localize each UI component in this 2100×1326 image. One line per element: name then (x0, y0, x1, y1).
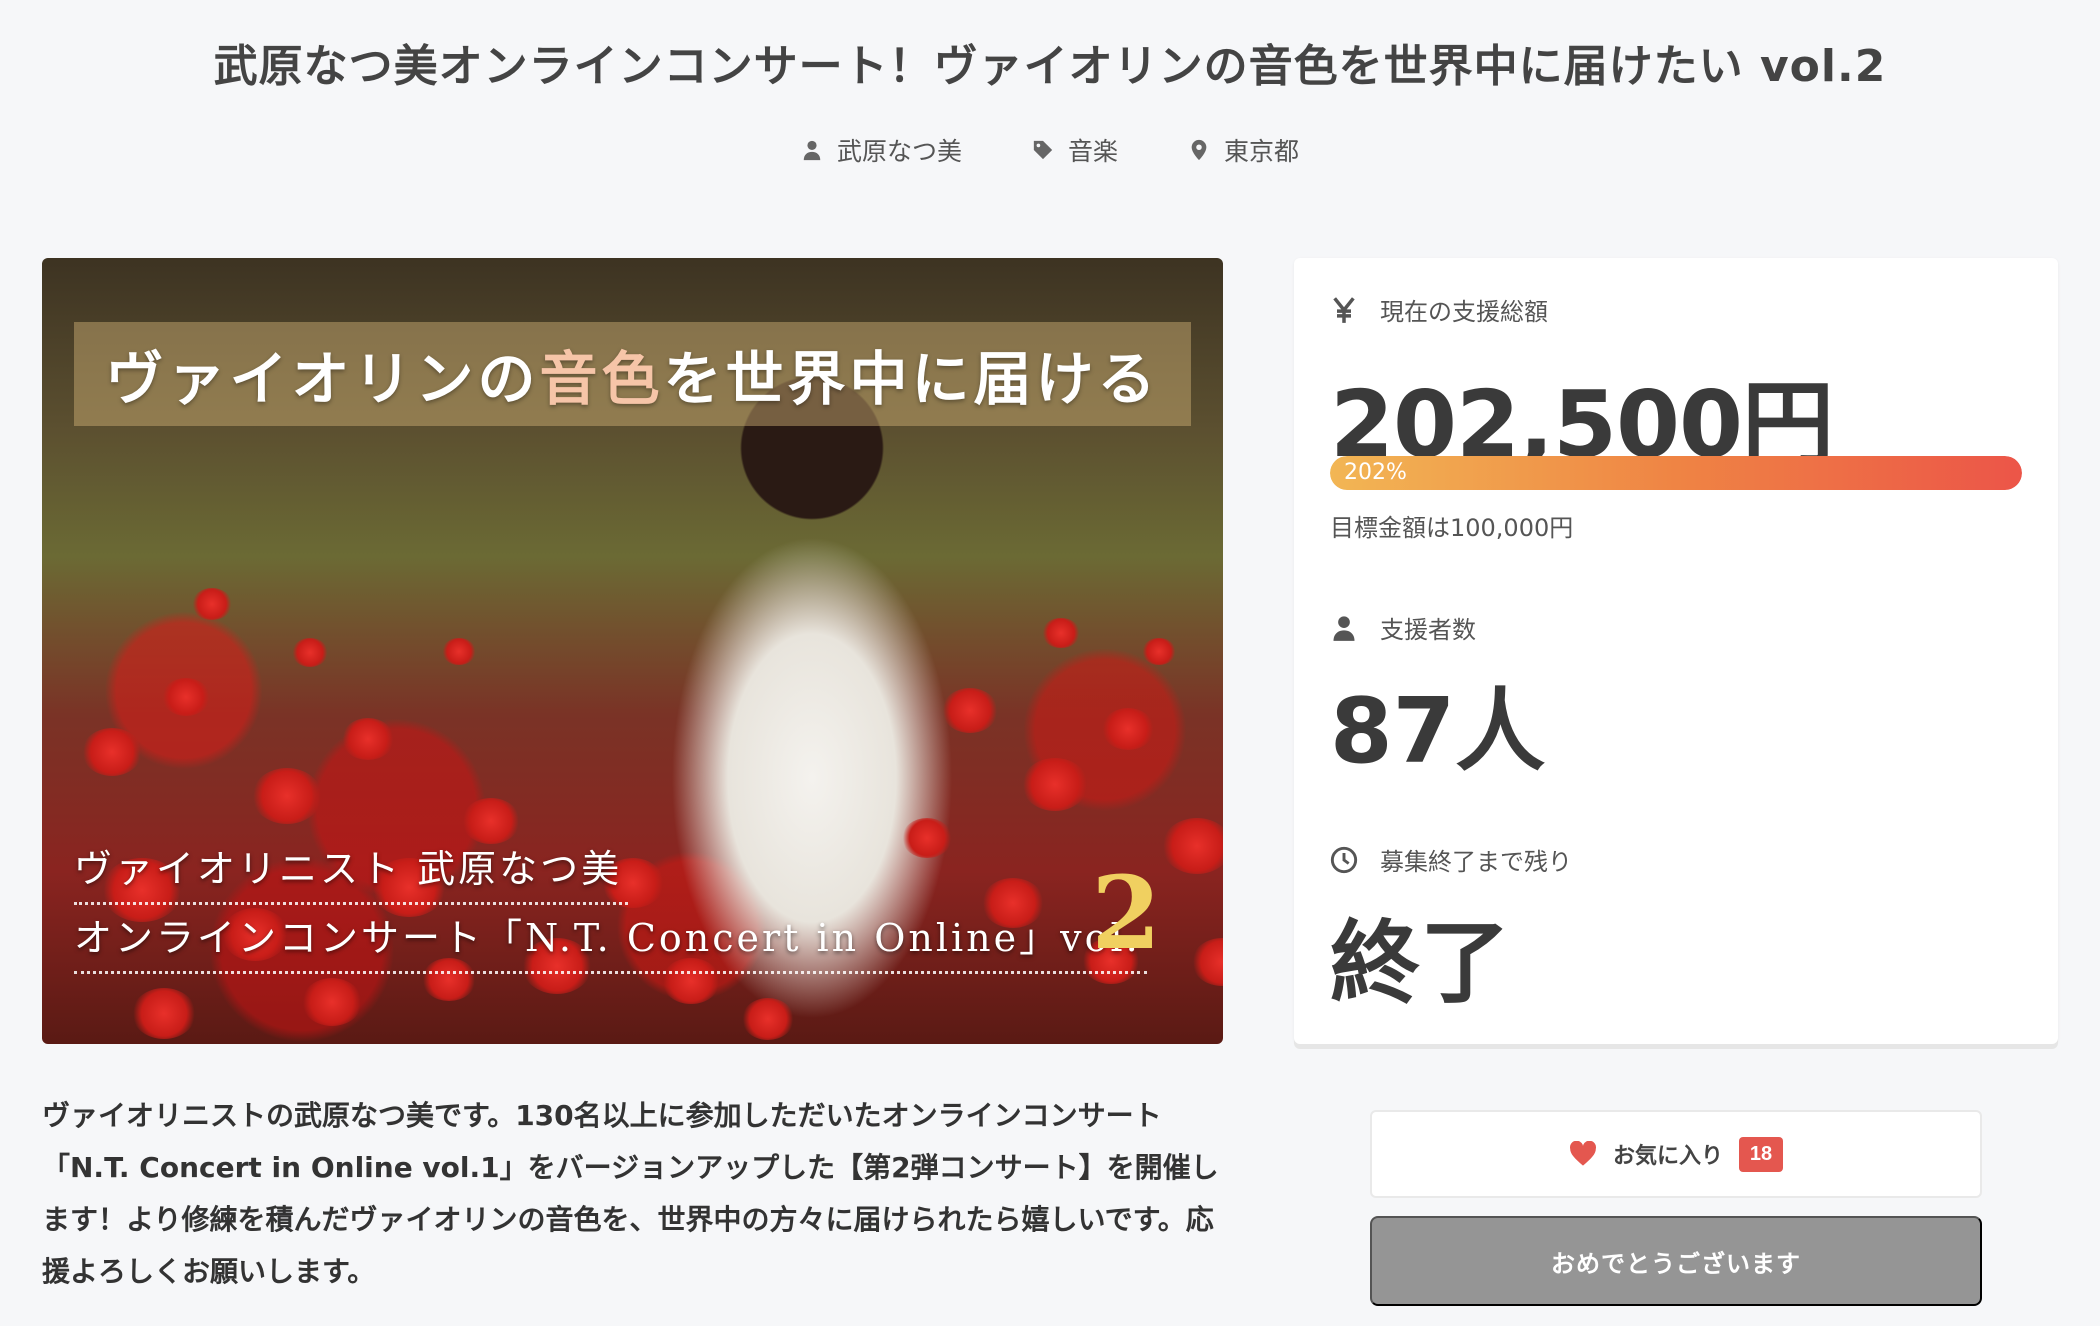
poppy (442, 638, 476, 666)
location-link[interactable]: 東京都 (1188, 132, 1299, 168)
tag-icon (1033, 140, 1053, 160)
poppy (1102, 708, 1154, 750)
user-icon (803, 140, 821, 161)
progress-fill (1330, 456, 2022, 490)
poppy (1162, 818, 1223, 874)
author-name: 武原なつ美 (836, 137, 962, 166)
map-pin-icon (1191, 139, 1207, 161)
heart-icon (1570, 1141, 1596, 1166)
favorite-button[interactable]: お気に入り 18 (1370, 1110, 1982, 1198)
user-icon (1333, 615, 1355, 641)
poppy (252, 768, 322, 824)
backers-count: 87人 (1330, 679, 1546, 784)
project-summary: ヴァイオリニストの武原なつ美です。130名以上に参加しただいたオンラインコンサー… (42, 1099, 1219, 1288)
poppy (162, 678, 210, 717)
location-name: 東京都 (1224, 137, 1300, 166)
backers-label: 支援者数 (1330, 610, 1476, 645)
goal-amount: 目標金額は100,000円 (1330, 514, 1574, 542)
poppy (1142, 638, 1176, 666)
hero-banner-text-end: を世界中に届ける (663, 345, 1160, 413)
funding-progress-bar: 202% (1330, 456, 2022, 490)
poppy (132, 988, 196, 1040)
poppy (292, 638, 328, 667)
backers-label-text: 支援者数 (1380, 616, 1476, 644)
category-link[interactable]: 音楽 (1032, 132, 1118, 168)
funding-label-text: 現在の支援総額 (1380, 298, 1548, 326)
remaining-label-text: 募集終了まで残り (1380, 848, 1572, 876)
poppy (302, 978, 362, 1026)
hero-caption-line2: オンラインコンサート「N.T. Concert in Online」vol. (74, 905, 1147, 974)
funding-label: 現在の支援総額 (1330, 292, 1548, 327)
poppy (82, 728, 142, 776)
favorite-count-badge: 18 (1739, 1136, 1783, 1172)
hero-banner-text: ヴァイオリンの (105, 345, 540, 413)
remaining-label: 募集終了まで残り (1330, 842, 1572, 877)
hero-image: ヴァイオリンの 音色 を世界中に届ける ヴァイオリニスト 武原なつ美 オンラインコン… (42, 258, 1223, 1044)
hero-banner-accent: 音色 (539, 345, 664, 413)
poppy (742, 998, 794, 1040)
stats-card: 現在の支援総額 202,500円 202% 目標金額は100,000円 支援者数… (1294, 258, 2058, 1044)
poppy (1192, 938, 1223, 986)
progress-percent: 202% (1344, 460, 1407, 485)
remaining-value: 終了 (1330, 911, 1510, 1016)
poppy (1042, 618, 1080, 649)
poppy (942, 688, 998, 733)
project-ended-button[interactable]: おめでとうございます (1370, 1216, 1982, 1306)
poppy (1022, 758, 1088, 811)
category-name: 音楽 (1067, 137, 1118, 166)
project-meta: 武原なつ美 音楽 東京都 (0, 132, 2100, 168)
hero-volume-number: 2 (1091, 854, 1161, 972)
poppy (192, 588, 232, 620)
page-title: 武原なつ美オンラインコンサート！ヴァイオリンの音色を世界中に届けたい vol.2 (213, 41, 1887, 92)
hero-banner: ヴァイオリンの 音色 を世界中に届ける (74, 322, 1191, 426)
poppy (342, 718, 394, 760)
author-link[interactable]: 武原なつ美 (801, 132, 962, 168)
hero-caption: ヴァイオリニスト 武原なつ美 オンラインコンサート「N.T. Concert i… (74, 836, 1147, 974)
yen-icon (1333, 296, 1355, 323)
hero-caption-line1: ヴァイオリニスト 武原なつ美 (74, 836, 629, 905)
favorite-label: お気に入り (1612, 1143, 1723, 1168)
clock-icon (1330, 846, 1358, 873)
